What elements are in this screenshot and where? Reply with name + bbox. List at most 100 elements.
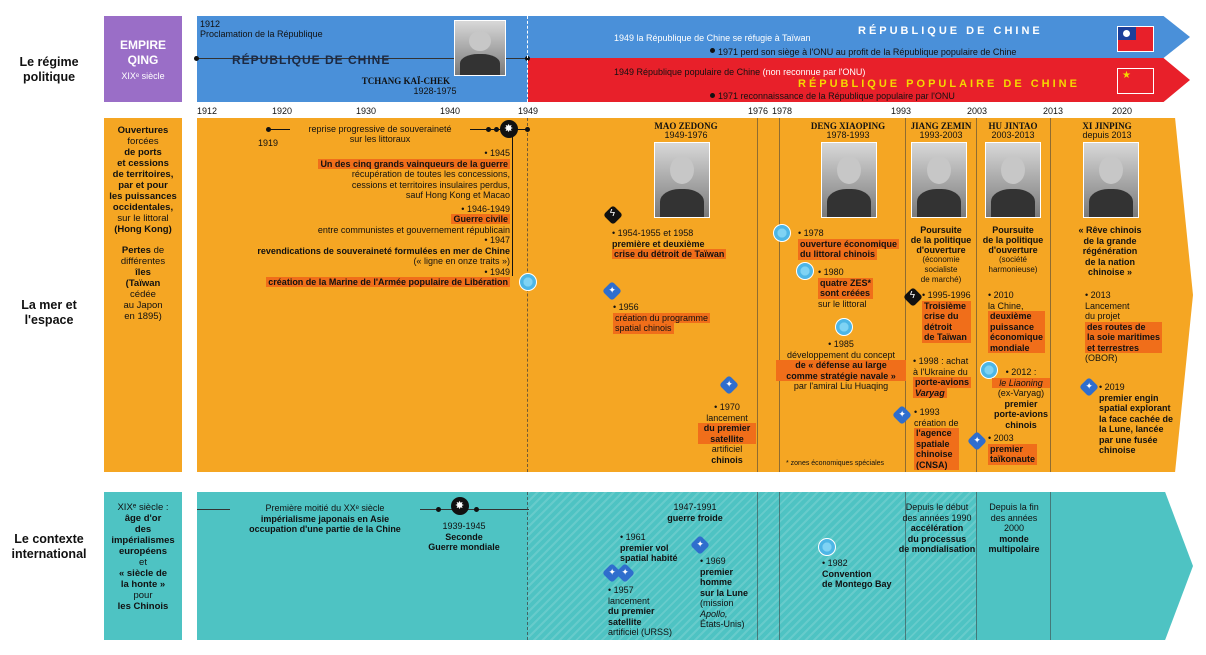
- xi-e1f: (OBOR): [1085, 353, 1118, 363]
- roc-sea-recup1: récupération de toutes les concessions,: [351, 169, 510, 179]
- mao-e1-year: • 1954-1955 et 1958: [612, 228, 694, 238]
- roc-event-1971-dot: [710, 48, 715, 53]
- row-label-sea: La mer et l'espace: [21, 298, 77, 327]
- ctx-m1a: Convention: [822, 568, 872, 579]
- portrait-jiang: [911, 142, 967, 218]
- hu-e2c: premier: [1004, 398, 1038, 409]
- ctx-cw1: 1947-1991: [673, 502, 717, 512]
- roc-event-1971: 1971 perd son siège à l'ONU au profit de…: [718, 47, 1017, 57]
- hu-e1a: la Chine,: [988, 300, 1024, 311]
- mao-e3c: satellite: [698, 433, 756, 444]
- qing-sea-l2: forcées: [127, 136, 159, 147]
- wave-icon-1982: [818, 538, 836, 556]
- mao-dates: 1949-1976: [664, 130, 708, 140]
- ctx-g10: multipolaire: [988, 544, 1040, 554]
- prc-flag-icon: ★: [1117, 68, 1154, 94]
- qing-sea-l14: îles: [135, 267, 151, 278]
- hu-e2-year: • 2012 :: [1005, 367, 1037, 377]
- ctx-g2: des années 1990: [902, 512, 972, 523]
- qing-sea-l3: de ports: [124, 147, 162, 158]
- qing-sea-l6: par et pour: [118, 180, 168, 191]
- hu-e1c: puissance: [988, 321, 1046, 332]
- jiang-p3: d'ouverture: [916, 245, 966, 255]
- ctx-qing-l4: impérialismes: [111, 535, 175, 546]
- jiang-p4: (économie: [922, 255, 960, 264]
- jiang-e2a: à l'Ukraine du: [913, 366, 968, 377]
- xi-q2: de la grande: [1083, 235, 1137, 246]
- roc-sea-1946-hl: Guerre civile: [451, 214, 510, 224]
- deng-e3d: par l'amiral Liu Huaqing: [793, 381, 889, 391]
- ctx-divider-1976: [757, 492, 758, 640]
- xi-e1e: et terrestres: [1085, 342, 1163, 353]
- ctx-s3y: • 1957: [608, 585, 634, 595]
- qing-sea-text: Ouvertures forcées de ports et cessions …: [104, 125, 182, 322]
- xi-q5: chinoise »: [1087, 267, 1132, 277]
- deng-event1: • 1978 ouverture économique du littoral …: [798, 228, 900, 260]
- ctx-e1a: Première moitié du XXᵉ siècle: [265, 503, 385, 513]
- dot-1945: [486, 127, 491, 132]
- deng-e3c: comme stratégie navale »: [776, 370, 906, 381]
- qing-sea-l18: en 1895): [124, 311, 162, 322]
- ctx-e2b: Guerre mondiale: [428, 542, 500, 552]
- year-2003: 2003: [967, 106, 988, 116]
- ctx-s3c: satellite: [608, 616, 642, 627]
- xi-quote: « Rêve chinois de la grande régénération…: [1060, 225, 1160, 278]
- war-icon: [500, 120, 518, 138]
- ctx-s2a: premier: [700, 566, 734, 577]
- wave-icon-1978: [773, 224, 791, 242]
- xi-q3: régénération: [1082, 246, 1138, 256]
- qing-sea-l15: (Taïwan: [125, 278, 161, 289]
- wave-icon-1980: [796, 262, 814, 280]
- row-label-regime: Le régime politique: [19, 55, 79, 84]
- regime-1949-divider: [527, 16, 528, 102]
- mao-e1a: première et deuxième: [612, 238, 705, 249]
- jiang-e3c: spatiale: [914, 438, 959, 449]
- jiang-e3b: l'agence: [914, 428, 959, 439]
- ctx-divider-1978: [779, 492, 780, 640]
- deng-e1b: du littoral chinois: [798, 249, 878, 260]
- jiang-event3: • 1993 création de l'agence spatiale chi…: [914, 407, 959, 470]
- roc-sea-events: • 1945 Un des cinq grands vainqueurs de …: [220, 148, 510, 288]
- ctx-g6: Depuis la fin: [989, 502, 1039, 512]
- hu-e1-year: • 2010: [988, 290, 1014, 300]
- jiang-p2: de la politique: [910, 235, 972, 245]
- mao-e1b: crise du détroit de Taïwan: [612, 249, 727, 259]
- reprise-line2: sur les littoraux: [349, 134, 411, 144]
- ctx-e1b: impérialisme japonais en Asie: [260, 513, 390, 524]
- mao-e3d: artificiel: [711, 444, 743, 454]
- hu-p2: de la politique: [982, 235, 1044, 245]
- hu-dates: 2003-2013: [991, 130, 1035, 140]
- hu-e3a: premier: [988, 443, 1038, 454]
- hu-p4: (société: [998, 255, 1027, 264]
- jiang-dates: 1993-2003: [919, 130, 963, 140]
- year-1940: 1940: [440, 106, 461, 116]
- ctx-s2b: homme: [700, 577, 733, 587]
- jiang-p6: de marché): [920, 275, 962, 284]
- taiwan-flag-icon: [1117, 26, 1154, 52]
- deng-event2: • 1980 quatre ZES* sont créées sur le li…: [818, 267, 874, 309]
- deng-e2-year: • 1980: [818, 267, 844, 277]
- ctx-qing-l3: des: [134, 524, 152, 535]
- reprise-text: reprise progressive de souveraineté sur …: [290, 124, 470, 144]
- ctx-qing-l1: XIXᵉ siècle :: [117, 502, 169, 513]
- ctx-ww2: 1939-1945 Seconde Guerre mondiale: [414, 521, 514, 553]
- prc-event-1949: 1949 République populaire de Chine (non …: [614, 67, 865, 77]
- xi-e2c: la face cachée de: [1099, 413, 1174, 424]
- mao-e2-year: • 1956: [613, 302, 639, 312]
- ctx-dot-1945: [474, 507, 479, 512]
- xi-e1a: Lancement: [1085, 300, 1130, 311]
- qing-block: EMPIRE QING XIXᵉ siècle: [104, 16, 182, 102]
- jiang-policy: Poursuite de la politique d'ouverture (é…: [906, 225, 976, 285]
- dot-1947: [494, 127, 499, 132]
- xi-event2: • 2019 premier engin spatial explorant l…: [1099, 382, 1173, 456]
- year-2020: 2020: [1112, 106, 1133, 116]
- year-1912: 1912: [197, 106, 218, 116]
- portrait-tchang: [454, 20, 506, 76]
- hu-event3: • 2003 premier taïkonaute: [988, 433, 1038, 465]
- prc-event-1949-main: 1949 République populaire de Chine: [614, 67, 761, 77]
- xi-e2f: chinoise: [1099, 445, 1136, 455]
- xi-e2d: la Lune, lancée: [1099, 424, 1164, 434]
- deng-dates: 1978-1993: [826, 130, 870, 140]
- roc-sea-1945-year: • 1945: [484, 148, 510, 158]
- roc-year-1912: 1912: [200, 19, 221, 29]
